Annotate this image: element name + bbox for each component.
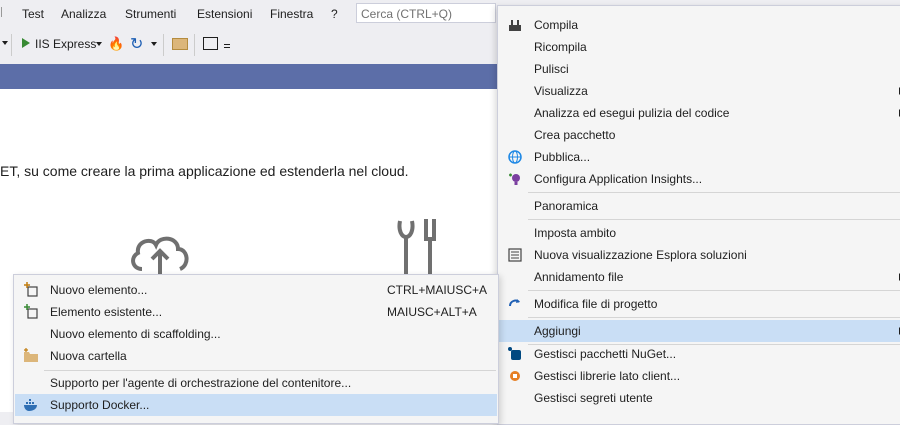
menu-item-scaffolding[interactable]: Nuovo elemento di scaffolding... — [15, 323, 497, 345]
hot-reload-icon[interactable]: 🔥 — [108, 36, 124, 52]
window-icon[interactable] — [203, 37, 218, 50]
chevron-down-icon[interactable] — [2, 41, 8, 45]
menu-estensioni[interactable]: Estensioni — [197, 7, 252, 21]
menu-analizza[interactable]: Analizza — [61, 7, 106, 21]
menu-separator — [528, 192, 900, 193]
menu-item-panoramica[interactable]: Panoramica — [499, 195, 900, 217]
menu-item-elemento-esistente[interactable]: Elemento esistente... MAIUSC+ALT+A — [15, 301, 497, 323]
chevron-down-icon[interactable] — [96, 42, 102, 46]
menu-item-aggiungi[interactable]: Aggiungi — [499, 320, 900, 342]
menu-item-gestisci-librerie[interactable]: Gestisci librerie lato client... — [499, 365, 900, 387]
menu-item-supporto-docker[interactable]: Supporto Docker... — [15, 394, 497, 416]
new-item-icon — [24, 282, 38, 297]
menu-item-gestisci-nuget[interactable]: Gestisci pacchetti NuGet... — [499, 343, 900, 365]
menu-item-crea-pacchetto[interactable]: Crea pacchetto — [499, 124, 900, 146]
menu-item-nuova-visualizzazione[interactable]: Nuova visualizzazione Esplora soluzioni — [499, 244, 900, 266]
menu-finestra[interactable]: Finestra — [270, 7, 313, 21]
lightbulb-icon — [509, 173, 520, 185]
menu-item-imposta-ambito[interactable]: Imposta ambito — [499, 222, 900, 244]
client-library-icon — [510, 371, 520, 381]
refresh-icon[interactable]: ↻ — [130, 34, 143, 54]
folder-icon — [24, 348, 38, 362]
existing-item-icon — [24, 304, 38, 319]
play-icon[interactable] — [22, 38, 30, 48]
menu-strumenti[interactable]: Strumenti — [125, 7, 176, 21]
menu-item-nuova-cartella[interactable]: Nuova cartella — [15, 345, 497, 367]
menu-item-application-insights[interactable]: Configura Application Insights... — [499, 168, 900, 190]
menu-separator — [528, 290, 900, 291]
tools-icon — [397, 219, 436, 275]
project-context-menu: Compila Ricompila Pulisci Visualizza Ana… — [497, 5, 900, 425]
toolbar-separator — [11, 34, 12, 56]
menu-item-ricompila[interactable]: Ricompila — [499, 36, 900, 58]
add-submenu: Nuovo elemento... CTRL+MAIUSC+A Elemento… — [13, 274, 499, 424]
menu-item-pubblica[interactable]: Pubblica... — [499, 146, 900, 168]
docker-icon — [24, 399, 37, 411]
menu-item-gestisci-segreti[interactable]: Gestisci segreti utente — [499, 387, 900, 409]
intro-text: ET, su come creare la prima applicazione… — [0, 163, 409, 179]
menu-separator — [528, 317, 900, 318]
toolbar-separator — [194, 34, 195, 56]
menu-help[interactable]: ? — [331, 7, 338, 21]
build-icon — [509, 20, 521, 31]
menu-item-nuovo-elemento[interactable]: Nuovo elemento... CTRL+MAIUSC+A — [15, 279, 497, 301]
menu-item-modifica-file-progetto[interactable]: Modifica file di progetto — [499, 293, 900, 315]
menu-item-pulisci[interactable]: Pulisci — [499, 58, 900, 80]
menu-item-visualizza[interactable]: Visualizza — [499, 80, 900, 102]
menu-item-analizza-pulizia[interactable]: Analizza ed esegui pulizia del codice — [499, 102, 900, 124]
menu-item-compila[interactable]: Compila — [499, 14, 900, 36]
solution-explorer-icon — [508, 248, 522, 262]
chevron-down-icon[interactable] — [151, 42, 157, 46]
menu-item-orchestrazione[interactable]: Supporto per l'agente di orchestrazione … — [15, 372, 497, 394]
refresh-arrow-icon — [509, 299, 520, 307]
search-input[interactable]: Cerca (CTRL+Q) — [356, 3, 496, 23]
menu-test[interactable]: Test — [22, 7, 44, 21]
search-placeholder: Cerca (CTRL+Q) — [361, 7, 453, 21]
globe-icon — [508, 150, 522, 164]
overflow-icon[interactable] — [224, 44, 230, 45]
menu-separator — [528, 219, 900, 220]
menu-separator — [44, 370, 496, 371]
toolbar-separator — [163, 34, 164, 56]
nuget-icon — [508, 347, 521, 360]
menu-item-annidamento-file[interactable]: Annidamento file — [499, 266, 900, 288]
menu-grip — [1, 7, 8, 17]
folder-icon[interactable] — [172, 38, 188, 50]
cloud-upload-icon — [131, 236, 189, 275]
run-target-label[interactable]: IIS Express — [35, 37, 96, 51]
